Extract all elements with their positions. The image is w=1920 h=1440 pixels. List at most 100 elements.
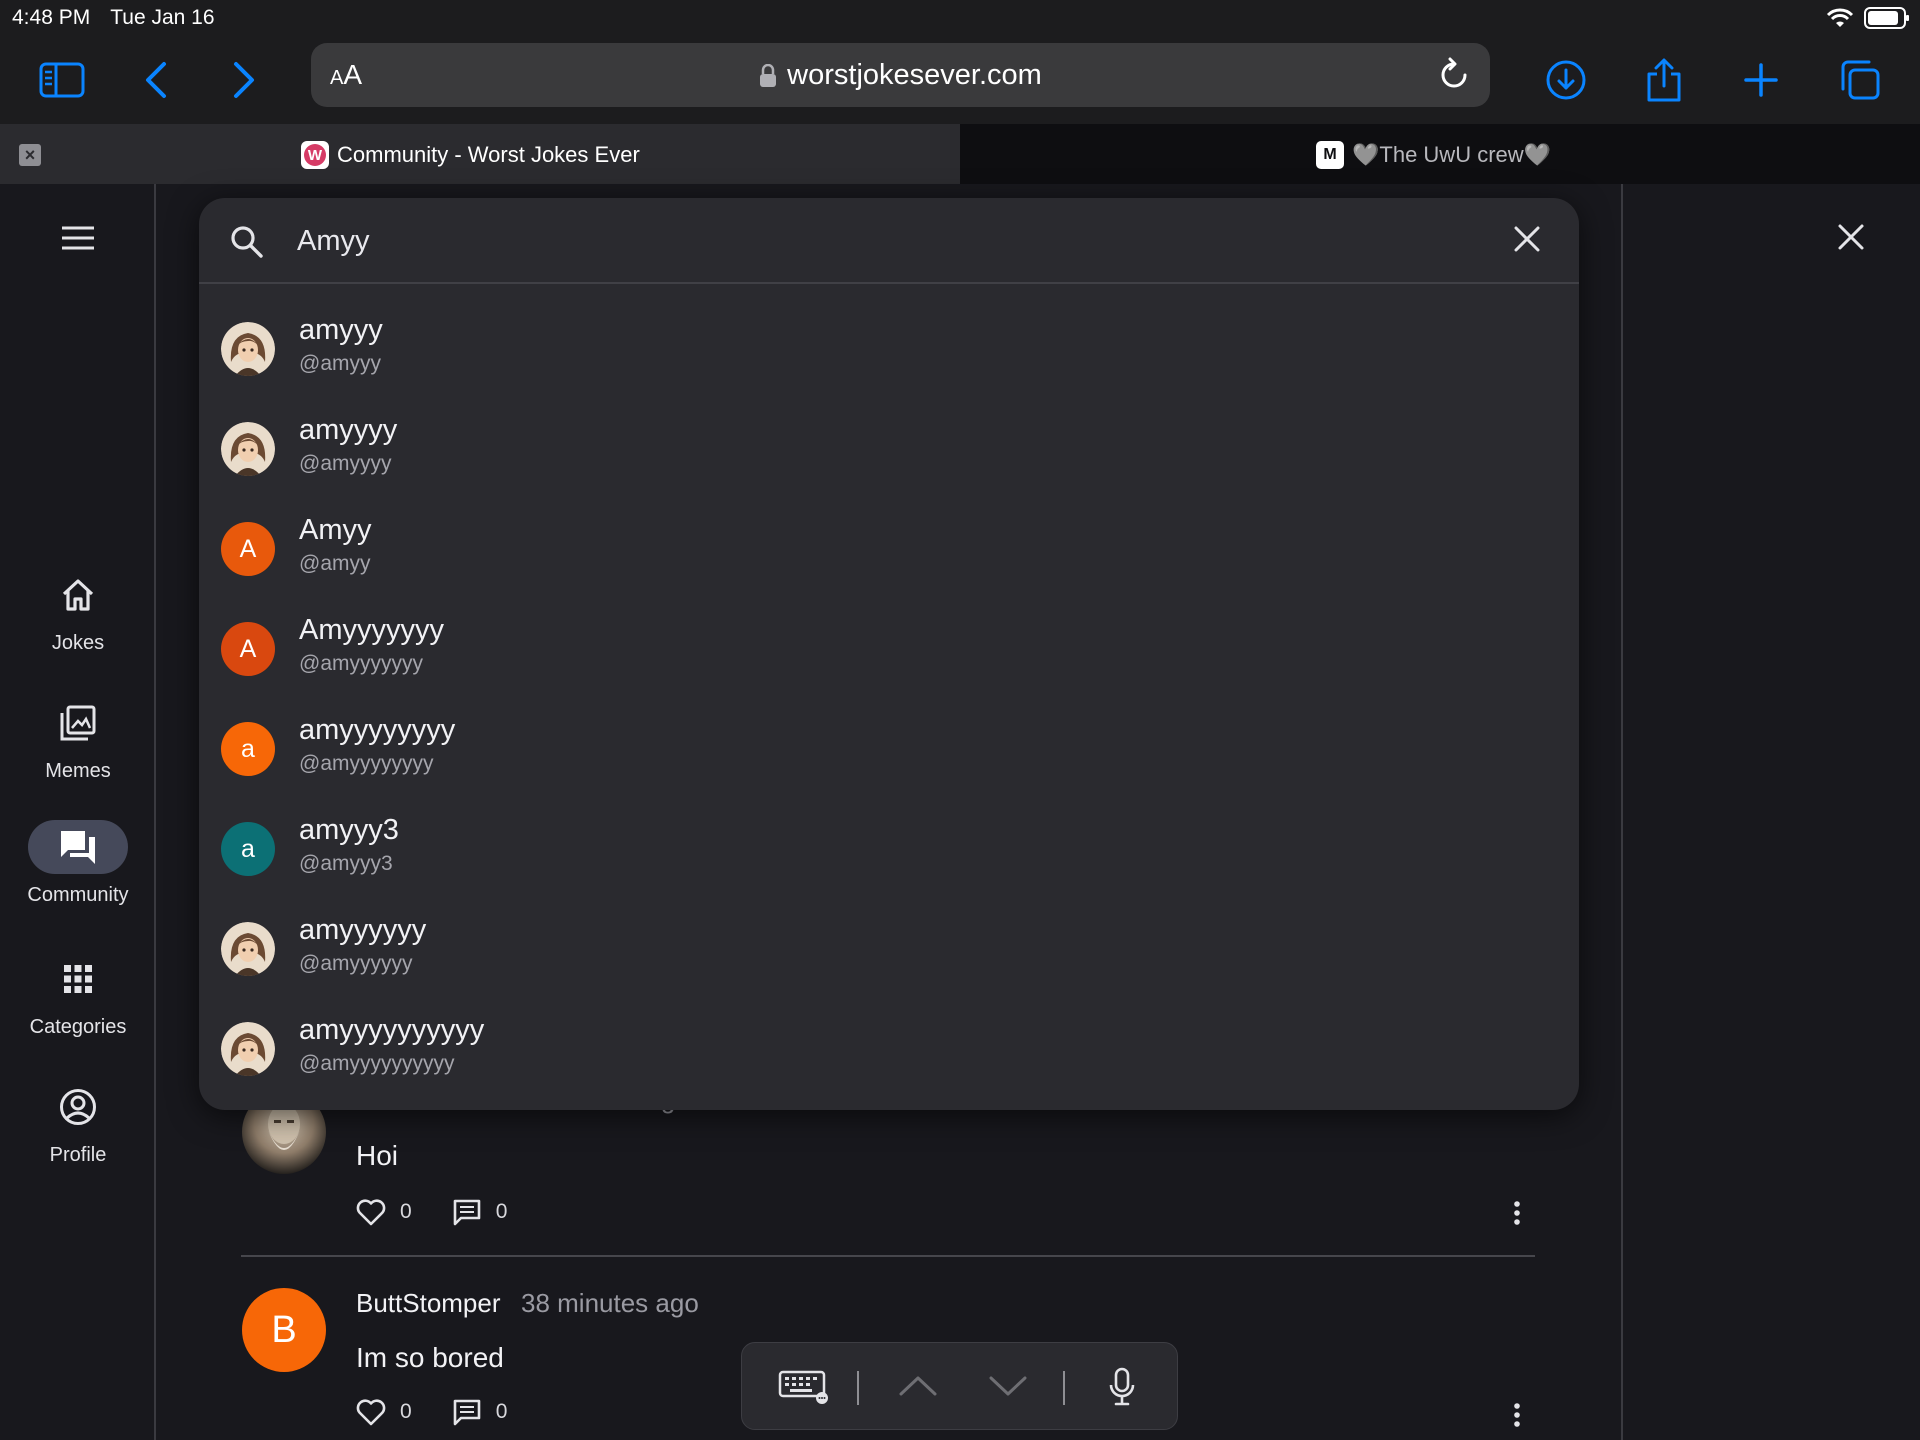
search-input[interactable] xyxy=(297,216,1397,266)
keyboard-accessory-bar xyxy=(741,1342,1178,1430)
sidebar-icon xyxy=(39,62,85,98)
new-tab-button[interactable] xyxy=(1733,52,1789,108)
nav-item-memes[interactable]: Memes xyxy=(0,696,156,783)
nav-label: Community xyxy=(27,884,129,906)
result-handle: @amyyy3 xyxy=(299,852,393,875)
nav-item-jokes[interactable]: Jokes xyxy=(0,568,156,655)
result-name: amyyyyyy xyxy=(299,914,427,946)
post-avatar-letter[interactable]: B xyxy=(242,1288,326,1372)
result-name: amyyy xyxy=(299,314,383,346)
result-handle: @amyyy xyxy=(299,352,381,375)
result-name: Amyyyyyyy xyxy=(299,614,444,646)
downloads-button[interactable] xyxy=(1538,52,1594,108)
post-body: Hoi xyxy=(356,1140,399,1171)
clear-search-button[interactable] xyxy=(1512,224,1542,259)
post-divider xyxy=(241,1255,1535,1257)
separator xyxy=(1063,1371,1065,1405)
url-display: worstjokesever.com xyxy=(311,59,1490,92)
tab-title-community: W Community - Worst Jokes Ever xyxy=(301,141,640,169)
close-tab-button[interactable]: × xyxy=(19,144,41,166)
close-icon xyxy=(1838,224,1864,250)
comment-icon[interactable] xyxy=(452,1398,482,1426)
user-avatar-letter: a xyxy=(221,822,275,876)
heart-icon[interactable] xyxy=(356,1398,386,1426)
keyboard-toggle-button[interactable] xyxy=(778,1369,830,1410)
sidebar-toggle-button[interactable] xyxy=(34,52,90,108)
post-actions: 0 0 xyxy=(356,1198,547,1226)
dictation-button[interactable] xyxy=(1108,1367,1136,1412)
search-result-item[interactable]: amyyy @amyyy xyxy=(199,300,1579,400)
search-result-item[interactable]: a amyyyyyyyy @amyyyyyyyy xyxy=(199,700,1579,800)
comment-count: 0 xyxy=(495,1400,508,1423)
share-button[interactable] xyxy=(1636,52,1692,108)
more-vertical-icon xyxy=(1514,1201,1520,1225)
search-result-item[interactable]: A Amyy @amyy xyxy=(199,500,1579,600)
tab-uwu-crew[interactable]: M 🩶The UwU crew🩶 xyxy=(1316,141,1551,169)
chevron-down-icon xyxy=(989,1376,1027,1396)
nav-label: Memes xyxy=(45,760,111,782)
home-icon xyxy=(62,579,94,611)
nav-item-community[interactable]: Community xyxy=(0,820,156,907)
nav-icon-wrap xyxy=(28,1080,128,1134)
hamburger-icon xyxy=(62,226,94,250)
nav-label: Categories xyxy=(29,1016,127,1038)
user-avatar-photo xyxy=(221,422,275,476)
forward-button[interactable] xyxy=(216,52,272,108)
nav-icon-wrap xyxy=(28,568,128,622)
status-indicators xyxy=(1826,6,1910,30)
menu-button[interactable] xyxy=(60,224,96,257)
search-result-item[interactable]: A Amyyyyyyy @amyyyyyyy xyxy=(199,600,1579,700)
heart-icon[interactable] xyxy=(356,1198,386,1226)
share-icon xyxy=(1647,58,1681,102)
image-gallery-icon xyxy=(60,705,96,741)
result-handle: @amyyyyyyy xyxy=(299,652,423,675)
status-bar: 4:48 PM Tue Jan 16 xyxy=(0,0,1920,36)
post-more-button[interactable] xyxy=(1513,1402,1521,1433)
post-time: 38 minutes ago xyxy=(521,1288,699,1318)
post-author[interactable]: ButtStomper xyxy=(356,1288,501,1319)
close-icon xyxy=(1514,226,1540,252)
comment-icon[interactable] xyxy=(452,1198,482,1226)
search-result-item[interactable]: amyyyy @amyyyy xyxy=(199,400,1579,500)
nav-icon-wrap xyxy=(28,820,128,874)
girl-portrait-illustration xyxy=(221,322,275,376)
nav-item-categories[interactable]: Categories xyxy=(0,952,156,1039)
tab-overview-button[interactable] xyxy=(1832,52,1888,108)
nav-item-profile[interactable]: Profile xyxy=(0,1080,156,1167)
tab-label: 🩶The UwU crew🩶 xyxy=(1352,142,1552,167)
search-result-item[interactable]: amyyyyyy @amyyyyyy xyxy=(199,900,1579,1000)
back-button[interactable] xyxy=(128,52,184,108)
keyboard-icon xyxy=(778,1370,828,1404)
post-more-button[interactable] xyxy=(1513,1200,1521,1231)
search-result-item[interactable]: amyyyyyyyyyy @amyyyyyyyyyy xyxy=(199,1000,1579,1100)
nav-icon-wrap xyxy=(28,696,128,750)
tabs-icon xyxy=(1841,60,1880,100)
close-tab-icon: × xyxy=(24,145,36,165)
result-name: amyyy3 xyxy=(299,814,399,846)
user-avatar-letter: A xyxy=(221,622,275,676)
close-panel-button[interactable] xyxy=(1836,222,1866,257)
plus-icon xyxy=(1744,63,1778,97)
next-field-button[interactable] xyxy=(988,1375,1028,1402)
nav-label: Jokes xyxy=(51,632,105,654)
site-favicon: M xyxy=(1316,141,1344,169)
download-circle-icon xyxy=(1546,60,1586,100)
panel-divider xyxy=(1621,184,1623,1440)
reload-button[interactable] xyxy=(1438,57,1470,96)
like-count: 0 xyxy=(400,1400,412,1423)
nav-rail: Jokes Memes Community Categories Profile xyxy=(0,184,156,1440)
more-vertical-icon xyxy=(1514,1403,1520,1427)
post-actions: 0 0 xyxy=(356,1398,547,1426)
girl-portrait-illustration xyxy=(221,422,275,476)
account-circle-icon xyxy=(60,1089,96,1125)
result-name: amyyyyyyyyyy xyxy=(299,1014,485,1046)
address-bar[interactable]: AA worstjokesever.com xyxy=(311,43,1490,107)
search-result-item[interactable]: a amyyy3 @amyyy3 xyxy=(199,800,1579,900)
previous-field-button[interactable] xyxy=(898,1375,938,1402)
like-count: 0 xyxy=(400,1200,412,1223)
chevron-left-icon xyxy=(146,62,166,98)
search-icon xyxy=(231,226,263,258)
user-avatar-photo xyxy=(221,1022,275,1076)
tab-community[interactable]: × W Community - Worst Jokes Ever xyxy=(0,124,960,184)
user-avatar-letter: a xyxy=(221,722,275,776)
